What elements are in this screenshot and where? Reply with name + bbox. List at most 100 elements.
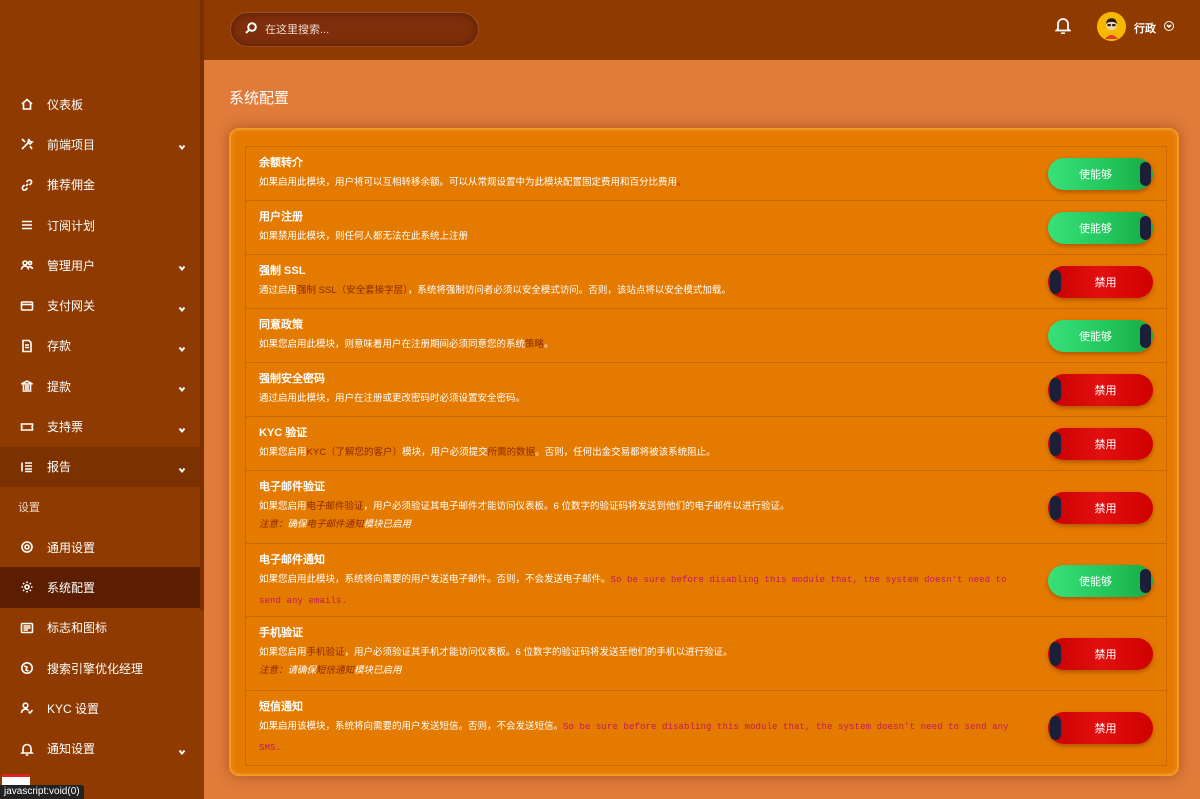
toggle-knob bbox=[1050, 642, 1061, 666]
language-flag-icon[interactable] bbox=[2, 774, 30, 785]
topbar: 行政 bbox=[204, 0, 1200, 60]
sidebar-item-globe[interactable]: 搜索引擎优化经理 bbox=[0, 648, 200, 688]
list-icon bbox=[20, 218, 34, 232]
user-name[interactable]: 行政 bbox=[1134, 20, 1156, 36]
description-text: ，系统将强制访问者必须以安全模式访问。否则，该站点将以安全模式加载。 bbox=[407, 285, 731, 296]
sidebar-item-cog-circle[interactable]: 通用设置 bbox=[0, 527, 200, 567]
setting-description: 如果禁用此模块，则任何人都无法在此系统上注册 bbox=[259, 227, 1026, 247]
chevron-down-icon bbox=[178, 745, 186, 755]
setting-toggle[interactable]: 禁用 bbox=[1048, 638, 1153, 670]
sidebar-item-label: 通知设置 bbox=[47, 742, 96, 757]
sidebar-item-label: 支持票 bbox=[47, 420, 84, 435]
sidebar-item-tools[interactable]: 前端项目 bbox=[0, 124, 200, 164]
highlighted-text: 电子邮件验证 bbox=[306, 501, 364, 512]
setting-description: 如果启用该模块，系统将向需要的用户发送短信。否则，不会发送短信。So be su… bbox=[259, 717, 1026, 758]
setting-description: 通过启用强制 SSL（安全套接字层），系统将强制访问者必须以安全模式访问。否则，… bbox=[259, 281, 1026, 301]
setting-row: 手机验证 如果您启用手机验证，用户必须验证其手机才能访问仪表板。6 位数字的验证码… bbox=[246, 617, 1166, 691]
highlighted-text: 。 bbox=[677, 177, 687, 188]
search-box[interactable] bbox=[230, 12, 479, 47]
description-text: 如果您启用此模块，则意味着用户在注册期间必须同意您的系统 bbox=[259, 339, 526, 350]
notification-bell-icon[interactable] bbox=[1054, 16, 1073, 36]
sidebar-menu: 仪表板前端项目推荐佣金 订阅计划 管理用户 支付网关 存款 提款支持票报告设置通用设置系统… bbox=[0, 84, 200, 769]
setting-toggle[interactable]: 禁用 bbox=[1048, 374, 1153, 406]
setting-toggle[interactable]: 禁用 bbox=[1048, 491, 1153, 524]
tools-icon bbox=[20, 137, 34, 151]
description-text: 如果启用此模块，用户将可以互相转移余额。可以从常规设置中为此模块配置固定费用和百… bbox=[259, 177, 678, 188]
sidebar-item-card[interactable]: 支付网关 bbox=[0, 285, 200, 325]
setting-row: 电子邮件通知如果您启用此模块，系统将向需要的用户发送电子邮件。否则，不会发送电子… bbox=[246, 544, 1166, 617]
sidebar-item-deposit[interactable]: 存款 bbox=[0, 326, 200, 366]
settings-card: 余额转介 如果启用此模块，用户将可以互相转移余额。可以从常规设置中为此模块配置固定… bbox=[229, 128, 1179, 776]
setting-toggle[interactable]: 禁用 bbox=[1048, 266, 1153, 298]
chevron-down-icon bbox=[178, 463, 186, 473]
note-text: 确保 bbox=[287, 518, 307, 530]
sidebar-item-label: 通用设置 bbox=[47, 540, 96, 555]
card-icon bbox=[20, 299, 34, 313]
setting-toggle[interactable]: 使能够 bbox=[1048, 158, 1153, 190]
setting-note: 注意：请确保短信通知模块已启用 bbox=[259, 662, 1026, 680]
sidebar-item-report[interactable]: 报告 bbox=[0, 446, 200, 487]
note-label: 注意： bbox=[259, 518, 288, 530]
setting-description: 通过启用此模块，用户在注册或更改密码时必须设置安全密码。 bbox=[259, 389, 1026, 409]
link-icon bbox=[20, 178, 34, 192]
sidebar-item-gear[interactable]: 系统配置 bbox=[0, 567, 200, 608]
description-text: 如果禁用此模块，则任何人都无法在此系统上注册 bbox=[259, 231, 469, 242]
globe-icon bbox=[20, 661, 34, 675]
toggle-label: 使能够 bbox=[1079, 223, 1112, 235]
description-text: 如果您启用 bbox=[259, 447, 307, 458]
sidebar-scrollbar[interactable] bbox=[200, 0, 204, 610]
toggle-knob bbox=[1140, 216, 1151, 240]
avatar[interactable] bbox=[1097, 12, 1126, 41]
setting-row: 短信通知 如果启用该模块，系统将向需要的用户发送短信。否则，不会发送短信。So b… bbox=[246, 691, 1166, 765]
highlighted-text: 手机验证 bbox=[306, 647, 345, 658]
toggle-label: 禁用 bbox=[1094, 502, 1117, 515]
search-icon bbox=[245, 21, 257, 39]
setting-title: 手机验证 bbox=[259, 627, 303, 639]
sidebar-item-home[interactable]: 仪表板 bbox=[0, 84, 200, 124]
setting-row: 电子邮件验证 如果您启用电子邮件验证，用户必须验证其电子邮件才能访问仪表板。6 位… bbox=[246, 471, 1166, 544]
user-check-icon bbox=[20, 701, 34, 715]
bell-icon bbox=[20, 742, 34, 756]
sidebar-item-label: 系统配置 bbox=[47, 580, 96, 595]
description-text: 如果您启用此模块，系统将向需要的用户发送电子邮件。否则，不会发送电子邮件。 bbox=[259, 574, 611, 585]
sidebar-item-label: 仪表板 bbox=[47, 97, 84, 112]
sidebar-item-ticket[interactable]: 支持票 bbox=[0, 406, 200, 446]
sidebar-item-link[interactable]: 推荐佣金 bbox=[0, 165, 200, 205]
chevron-down-icon bbox=[178, 261, 186, 272]
sidebar-item-users[interactable]: 管理用户 bbox=[0, 245, 200, 285]
sidebar-item-image[interactable]: 标志和图标 bbox=[0, 608, 200, 648]
sidebar-item-bank[interactable]: 提款 bbox=[0, 366, 200, 406]
bank-icon bbox=[20, 379, 34, 393]
toggle-label: 禁用 bbox=[1094, 649, 1117, 661]
setting-toggle[interactable]: 使能够 bbox=[1048, 320, 1153, 352]
sidebar-item-user-check[interactable]: KYC 设置 bbox=[0, 688, 200, 728]
ticket-icon bbox=[20, 420, 34, 434]
toggle-knob bbox=[1140, 162, 1151, 186]
setting-title: 电子邮件通知 bbox=[259, 554, 325, 566]
chevron-down-icon bbox=[178, 302, 186, 312]
home-icon bbox=[20, 97, 34, 111]
description-text: 通过启用此模块，用户在注册或更改密码时必须设置安全密码。 bbox=[259, 393, 526, 404]
setting-row: 余额转介 如果启用此模块，用户将可以互相转移余额。可以从常规设置中为此模块配置固定… bbox=[246, 147, 1166, 201]
note-label: 注意： bbox=[259, 664, 288, 676]
sidebar: 仪表板前端项目推荐佣金 订阅计划 管理用户 支付网关 存款 提款支持票报告设置通用设置系统… bbox=[0, 0, 204, 799]
sidebar-item-list[interactable]: 订阅计划 bbox=[0, 205, 200, 245]
toggle-label: 禁用 bbox=[1094, 439, 1117, 451]
highlighted-text: 电子邮件通知 bbox=[306, 518, 364, 530]
status-bar-link: javascript:void(0) bbox=[0, 785, 84, 799]
setting-toggle[interactable]: 使能够 bbox=[1048, 564, 1153, 597]
description-text: 如果您启用 bbox=[259, 501, 307, 512]
sidebar-section-label: 设置 bbox=[18, 501, 40, 514]
description-text: 模块，用户必须提交 bbox=[402, 447, 488, 458]
toggle-knob bbox=[1140, 324, 1151, 348]
setting-toggle[interactable]: 使能够 bbox=[1048, 212, 1153, 244]
sidebar-item-bell[interactable]: 通知设置 bbox=[0, 728, 200, 768]
sidebar-item-label: KYC 设置 bbox=[47, 701, 100, 716]
chevron-down-icon bbox=[178, 382, 186, 393]
user-menu-chevron-icon[interactable] bbox=[1164, 21, 1174, 31]
setting-toggle[interactable]: 禁用 bbox=[1048, 428, 1153, 460]
search-input[interactable] bbox=[265, 23, 465, 36]
setting-toggle[interactable]: 禁用 bbox=[1048, 712, 1153, 744]
sidebar-item-label: 前端项目 bbox=[47, 137, 96, 152]
toggle-knob bbox=[1050, 495, 1061, 520]
